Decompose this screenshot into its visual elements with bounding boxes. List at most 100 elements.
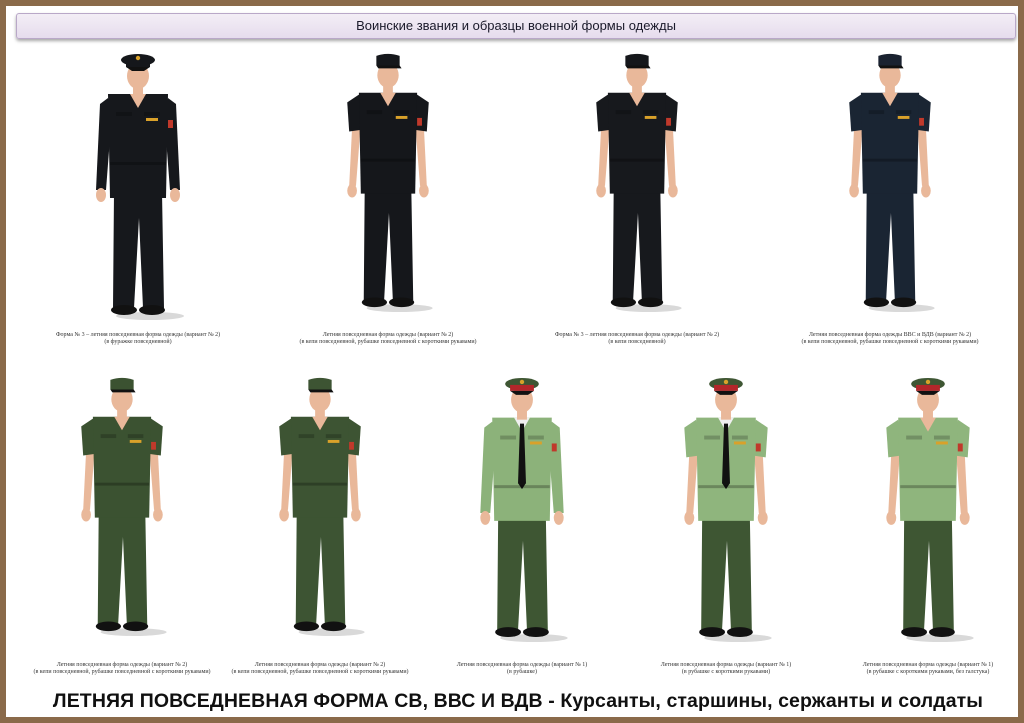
soldier-illustration [279, 377, 365, 636]
rank-insignia [327, 439, 340, 443]
belt-line [292, 482, 348, 486]
right-boot [122, 621, 149, 632]
uniform-caption-line-2: (в рубашке с короткими рукавами, без гал… [866, 669, 990, 675]
left-pocket-flap [298, 434, 315, 439]
soldier-illustration [849, 53, 935, 312]
right-boot [890, 297, 917, 308]
torso [358, 92, 418, 194]
trousers [97, 511, 148, 625]
right-pocket-flap [527, 435, 544, 440]
sleeve-patch [957, 443, 963, 452]
torso [860, 92, 920, 194]
uniform-caption: Летняя повседневная форма одежды (вариан… [422, 662, 622, 676]
uniform-caption: Летняя повседневная форма одежды (вариан… [626, 662, 826, 676]
uniform-caption: Форма № 3 – летняя повседневная форма од… [537, 332, 737, 346]
soldier-illustration [96, 54, 184, 320]
cap-band [126, 61, 150, 67]
kepi [376, 53, 400, 66]
left-hand [96, 188, 106, 202]
right-hand [921, 183, 931, 198]
left-boot [495, 627, 522, 638]
right-pocket-flap [325, 434, 342, 439]
left-hand [347, 183, 357, 198]
uniform-caption-line-1: Летняя повседневная форма одежды (вариан… [56, 662, 188, 668]
right-pocket-flap [127, 434, 144, 439]
left-hand [81, 507, 91, 522]
cap-band [714, 384, 738, 391]
uniform-figure: Летняя повседневная форма одежды (вариан… [626, 368, 826, 682]
uniform-figure: Летняя повседневная форма одежды ВВС и В… [790, 44, 990, 366]
uniform-caption-line-2: (в кепи повседневной, рубашке повседневн… [801, 339, 979, 345]
uniform-figure: Форма № 3 – летняя повседневная форма од… [537, 44, 737, 366]
cap-badge [925, 379, 931, 385]
rank-insignia [146, 118, 158, 121]
sleeve-patch [551, 443, 557, 452]
left-hand [849, 183, 859, 198]
left-boot [863, 297, 890, 308]
uniform-caption-line-2: (в рубашке с короткими рукавами) [681, 669, 771, 675]
uniform-row-top: Форма № 3 – летняя повседневная форма од… [12, 44, 1024, 366]
left-hand [480, 510, 491, 525]
cap-badge [519, 379, 525, 385]
sleeve-patch [755, 443, 761, 452]
left-hand [279, 507, 289, 522]
uniform-row-bottom: Летняя повседневная форма одежды (вариан… [12, 368, 1024, 682]
right-pocket-flap [731, 435, 748, 440]
uniform-caption-line-1: Летняя повседневная форма одежды ВВС и В… [808, 332, 972, 338]
kepi-visor [110, 389, 136, 393]
cap-badge [723, 379, 729, 385]
left-boot [111, 305, 137, 315]
trousers [363, 187, 414, 301]
torso [92, 416, 152, 518]
torso [898, 417, 958, 521]
uniform-caption: Летняя повседневная форма одежды (вариан… [22, 662, 222, 676]
soldier-illustration [480, 377, 568, 642]
uniform-caption-line-2: (в рубашке) [507, 669, 537, 675]
sleeve-patch [666, 117, 671, 126]
right-hand [553, 510, 564, 525]
uniform-figure: Летняя повседневная форма одежды (вариан… [422, 368, 622, 682]
belt-line [862, 158, 918, 162]
kepi [625, 53, 649, 66]
kepi [308, 377, 332, 390]
left-boot [95, 621, 122, 632]
soldier-illustration [81, 377, 167, 636]
trousers [701, 514, 752, 631]
right-boot [726, 627, 753, 638]
right-boot [637, 297, 664, 308]
left-pocket-flap [868, 110, 885, 115]
uniform-figure: Летняя повседневная форма одежды (вариан… [220, 368, 420, 682]
belt-line [110, 162, 166, 165]
belt-line [698, 485, 754, 489]
right-hand [153, 507, 163, 522]
right-pocket-flap [393, 110, 410, 115]
left-hand [684, 510, 695, 525]
right-hand [668, 183, 678, 198]
sleeve-patch [168, 120, 173, 128]
sleeve-patch [151, 441, 156, 450]
kepi-visor [308, 389, 334, 393]
right-pocket-flap [642, 110, 659, 115]
rank-insignia [935, 441, 948, 445]
belt-line [94, 482, 150, 486]
torso [290, 416, 350, 518]
kepi-visor [625, 65, 651, 69]
uniform-caption-line-1: Форма № 3 – летняя повседневная форма од… [55, 332, 221, 338]
left-boot [610, 297, 637, 308]
uniform-figure: Форма № 3 – летняя повседневная форма од… [38, 44, 238, 366]
uniform-figure: Летняя повседневная форма одежды (вариан… [22, 368, 222, 682]
uniform-caption: Летняя повседневная форма одежды ВВС и В… [790, 332, 990, 346]
right-boot [139, 305, 165, 315]
trousers [903, 514, 954, 631]
rank-insignia [395, 115, 408, 119]
left-pocket-flap [615, 110, 632, 115]
rank-insignia [733, 441, 746, 445]
kepi-visor [878, 65, 904, 69]
trousers [497, 514, 548, 631]
kepi [878, 53, 902, 66]
sleeve-patch [417, 117, 422, 126]
left-pocket-flap [100, 434, 117, 439]
uniform-caption: Летняя повседневная форма одежды (вариан… [220, 662, 420, 676]
rank-insignia [529, 441, 542, 445]
uniform-figure: Летняя повседневная форма одежды (вариан… [288, 44, 488, 366]
